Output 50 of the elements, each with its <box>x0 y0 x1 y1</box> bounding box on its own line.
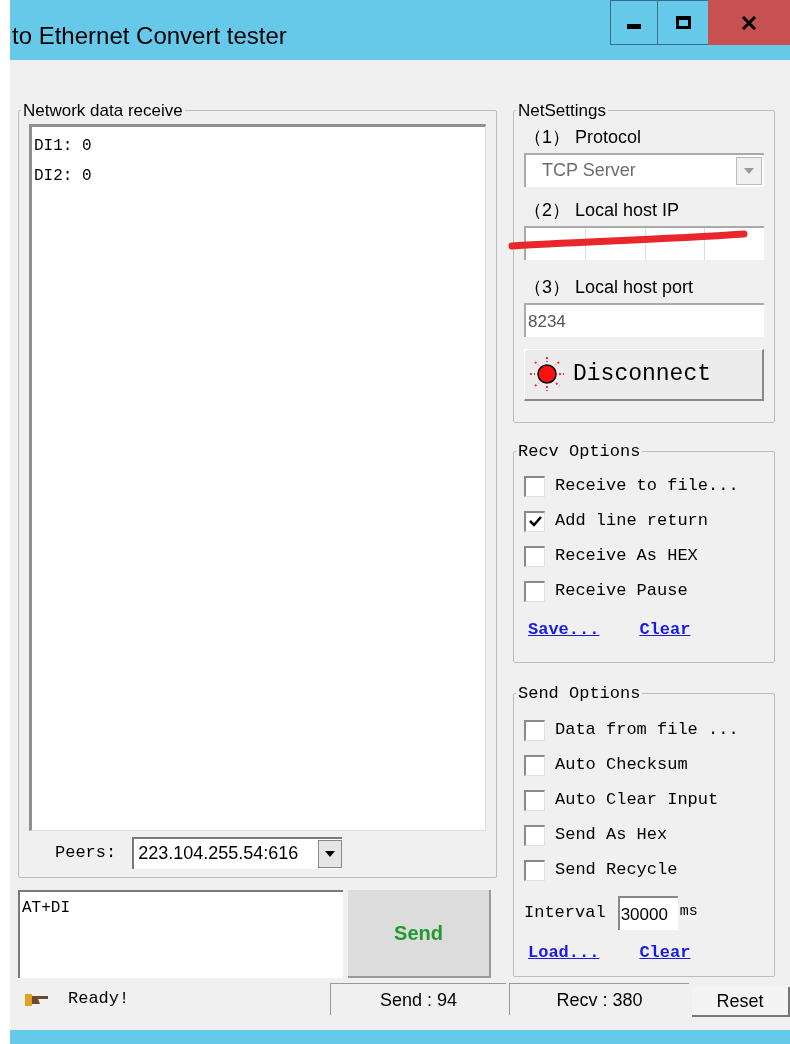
port-label: （3） Local host port <box>524 275 695 299</box>
checkbox-label: Receive to file... <box>555 475 739 498</box>
checkbox[interactable] <box>524 719 545 741</box>
checkbox[interactable] <box>524 789 545 811</box>
link[interactable]: Load... <box>528 939 600 965</box>
link[interactable]: Clear <box>639 616 691 642</box>
interval-label: Interval <box>524 901 606 924</box>
window-title: to Ethernet Convert tester <box>12 21 288 51</box>
link[interactable]: Clear <box>639 939 691 965</box>
interval-unit: ms <box>679 902 698 923</box>
checkbox[interactable] <box>524 754 545 776</box>
checkbox-label: Send Recycle <box>555 859 678 882</box>
protocol-label: （1） Protocol <box>524 125 643 149</box>
minimize-button[interactable] <box>610 0 658 45</box>
checkbox-label: Auto Clear Input <box>555 789 719 812</box>
peers-dropdown[interactable]: 223.104.255.54:616 <box>132 836 343 869</box>
reset-button[interactable]: Reset <box>692 987 790 1017</box>
send-text-area[interactable]: AT+DI <box>18 890 343 978</box>
group-title: Network data receive <box>22 100 184 122</box>
link[interactable]: Save... <box>528 616 600 642</box>
checkbox-label: Data from file ... <box>555 719 739 742</box>
checkbox-label: Auto Checksum <box>555 754 688 777</box>
send-count: Send : 94 <box>330 983 506 1015</box>
check-icon <box>528 516 542 527</box>
peers-label: Peers: <box>55 841 117 864</box>
received-line: DI2: 0 <box>34 165 93 187</box>
checkbox-label: Receive Pause <box>555 580 688 603</box>
disconnect-button[interactable]: Disconnect <box>524 348 764 401</box>
receive-text-area[interactable]: DI1: 0 DI2: 0 <box>29 123 486 831</box>
checkbox[interactable] <box>524 859 545 881</box>
group-title: NetSettings <box>517 100 607 122</box>
received-line: DI1: 0 <box>34 135 93 157</box>
ip-label: （2） Local host IP <box>524 198 681 222</box>
status-message: Ready! <box>68 988 131 1011</box>
checkbox-label: Add line return <box>555 510 709 533</box>
checkbox[interactable] <box>524 824 545 846</box>
checkbox-label: Send As Hex <box>555 824 668 847</box>
maximize-icon <box>675 16 691 29</box>
minimize-icon <box>627 24 641 29</box>
group-title: Recv Options <box>517 441 642 463</box>
group-title: Send Options <box>517 683 642 705</box>
checkbox[interactable] <box>524 510 545 532</box>
close-icon <box>741 15 757 30</box>
checkbox[interactable] <box>524 545 545 567</box>
checkbox-label: Receive As HEX <box>555 545 698 568</box>
checkbox[interactable] <box>524 580 545 602</box>
checkbox[interactable] <box>524 475 545 497</box>
interval-field[interactable]: 30000 <box>617 895 678 930</box>
recv-count: Recv : 380 <box>509 983 689 1015</box>
port-field[interactable]: 8234 <box>524 302 764 337</box>
